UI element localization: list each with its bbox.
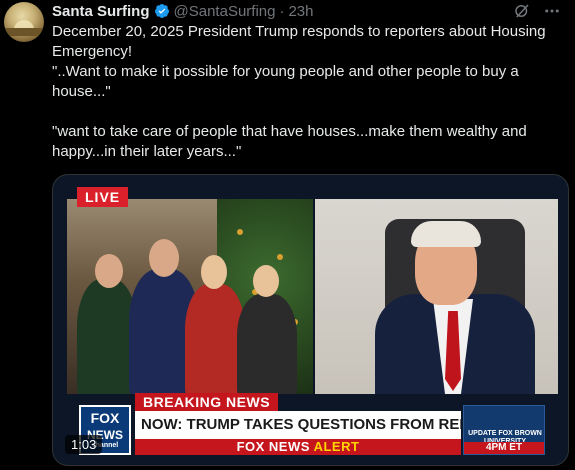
reporter-head [149, 239, 179, 277]
reporter-head [95, 254, 123, 288]
reporter-head [253, 265, 279, 297]
reporter-figure [185, 284, 245, 394]
fox-news-alert-bar: FOX NEWS ALERT [135, 439, 461, 455]
post-text: December 20, 2025 President Trump respon… [52, 22, 562, 162]
author-name[interactable]: Santa Surfing [52, 3, 150, 20]
logo-line: FOX [90, 410, 120, 426]
breaking-news-label: BREAKING NEWS [135, 393, 279, 411]
post-line: "..Want to make it possible for young pe… [52, 63, 519, 100]
promo-time: 4PM ET [464, 442, 544, 454]
author-handle[interactable]: @SantaSurfing [174, 3, 276, 20]
video-left-panel [67, 199, 313, 394]
speaker-hair [411, 221, 481, 247]
post-timestamp[interactable]: 23h [288, 3, 313, 20]
live-badge: LIVE [77, 187, 129, 207]
reporter-head [201, 255, 227, 289]
alert-word: ALERT [313, 439, 360, 454]
video-duration: 1:03 [65, 435, 103, 454]
headline-chyron: NOW: TRUMP TAKES QUESTIONS FROM REPORTER… [135, 411, 461, 439]
reporter-figure [237, 294, 297, 394]
alert-network: FOX NEWS [236, 439, 310, 454]
promo-box: UPDATE FOX BROWN UNIVERSITY SHOOTING 4PM… [463, 405, 545, 455]
post-line: December 20, 2025 President Trump respon… [52, 23, 546, 60]
author-avatar[interactable] [4, 2, 44, 42]
reporter-figure [77, 279, 137, 394]
verified-badge-icon[interactable] [154, 3, 170, 19]
video-player[interactable]: LIVE FOX NEWS channel BREAKING NEWS NOW:… [52, 174, 569, 466]
video-right-panel [315, 199, 558, 394]
post-line: "want to take care of people that have h… [52, 123, 527, 160]
separator-dot: · [279, 2, 285, 20]
post-header: Santa Surfing @SantaSurfing · 23h [52, 0, 314, 22]
